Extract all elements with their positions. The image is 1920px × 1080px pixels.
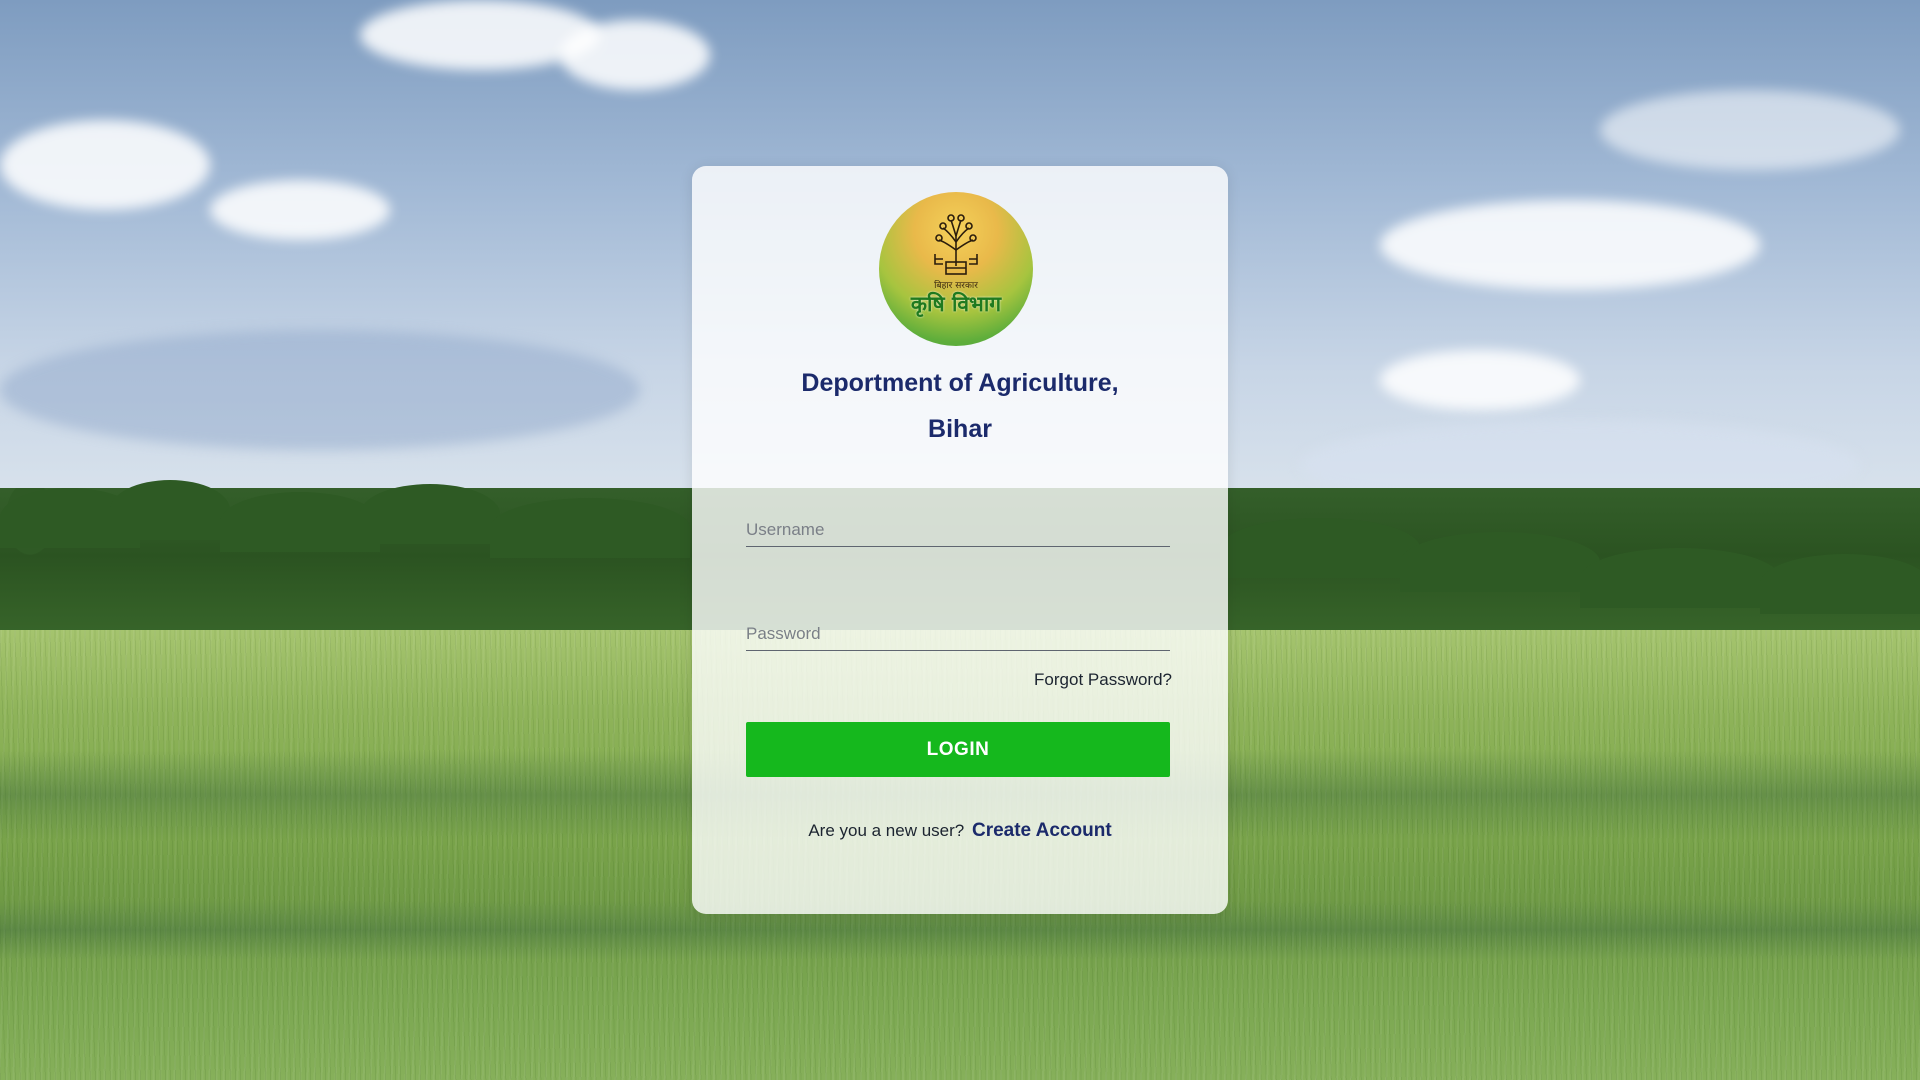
cloud (1380, 350, 1580, 410)
cloud (1600, 90, 1900, 170)
tree (490, 498, 690, 558)
create-account-link[interactable]: Create Account (972, 820, 1112, 841)
tree (1220, 518, 1420, 578)
new-user-text: Are you a new user? (808, 821, 965, 840)
logo-main-text: कृषि विभाग (910, 292, 1002, 316)
tree (1760, 554, 1920, 614)
title-line-1: Deportment of Agriculture, (801, 369, 1119, 397)
password-input[interactable] (746, 618, 1170, 651)
forgot-password-link[interactable]: Forgot Password? (1034, 670, 1172, 690)
tree-emblem-icon (934, 214, 978, 275)
cloud (0, 330, 640, 450)
login-button[interactable]: LOGIN (746, 722, 1170, 777)
username-input[interactable] (746, 514, 1170, 547)
tree (110, 480, 230, 540)
login-card: बिहार सरकार कृषि विभाग Deportment of Agr… (692, 166, 1228, 914)
tree (220, 492, 380, 552)
tree (1580, 548, 1780, 608)
cloud (210, 180, 390, 240)
tree (360, 484, 500, 544)
cloud (1380, 200, 1760, 290)
page-title: Deportment of Agriculture, Bihar (712, 360, 1208, 452)
agriculture-logo-icon: बिहार सरकार कृषि विभाग (879, 192, 1033, 346)
title-line-2: Bihar (928, 415, 992, 443)
username-field-group (746, 514, 1170, 547)
tree (1400, 532, 1600, 592)
password-field-group (746, 618, 1170, 651)
cloud (560, 20, 710, 90)
cloud (0, 120, 210, 210)
signup-prompt: Are you a new user? Create Account (692, 820, 1228, 842)
